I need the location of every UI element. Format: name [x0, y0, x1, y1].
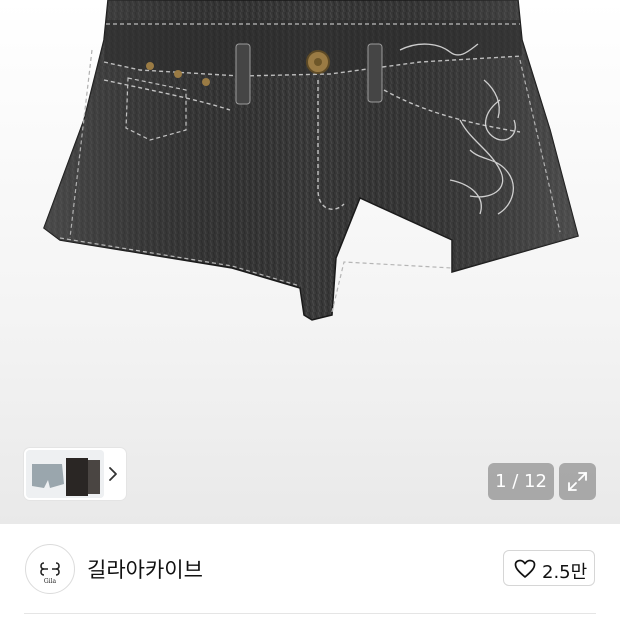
shop-logo-text: Gila	[44, 578, 57, 585]
heart-outline-icon	[514, 559, 536, 578]
chevron-right-icon[interactable]	[106, 464, 120, 484]
product-image-gallery[interactable]: 1 / 12	[0, 0, 620, 524]
thumbnail-images[interactable]	[26, 450, 104, 498]
shop-logo-mark: Gila	[40, 562, 60, 585]
expand-icon	[568, 472, 587, 491]
product-image	[43, 0, 579, 321]
like-count: 2.5만	[542, 562, 588, 583]
divider	[24, 613, 596, 614]
thumbnail-image	[26, 450, 104, 498]
like-button[interactable]: 2.5만	[503, 550, 595, 586]
image-counter: 1 / 12	[488, 463, 554, 500]
shop-info-row: Gila 길라아카이브 2.5만	[0, 524, 620, 620]
thumbnail-strip[interactable]	[24, 448, 126, 500]
shop-logo[interactable]: Gila	[25, 544, 75, 594]
expand-button[interactable]	[559, 463, 596, 500]
shop-name[interactable]: 길라아카이브	[87, 554, 203, 584]
